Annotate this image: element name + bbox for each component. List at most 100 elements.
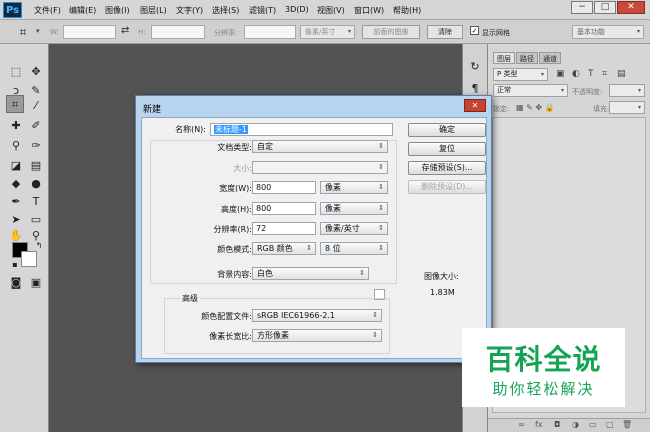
toolbox: ⬚ ✥ ↄ ✎ ⌗ ⁄ ✚ ✐ ⚲ ✑ ◪ ▤ ◆ ● ✒ T ➤ ▭ ✋ ⚲ … xyxy=(0,44,49,432)
menu-select[interactable]: 选择(S) xyxy=(212,5,239,16)
new-layer-icon[interactable]: ▢ xyxy=(606,420,614,429)
color-profile-label: 颜色配置文件: xyxy=(201,312,252,321)
clear-button[interactable]: 清除 xyxy=(427,25,463,39)
chevron-down-icon: ▾ xyxy=(347,28,351,35)
menu-edit[interactable]: 编辑(E) xyxy=(69,5,96,16)
tab-layers[interactable]: 图层 xyxy=(493,52,515,64)
type-tool-icon[interactable]: T xyxy=(27,193,45,211)
filter-smart-object-icon[interactable]: ▤ xyxy=(617,69,626,79)
clone-stamp-tool-icon[interactable]: ⚲ xyxy=(7,137,25,155)
menu-view[interactable]: 视图(V) xyxy=(317,5,345,16)
front-image-button[interactable]: 前面的图像 xyxy=(362,25,420,39)
dodge-tool-icon[interactable]: ● xyxy=(27,175,45,193)
crop-height-input[interactable] xyxy=(151,25,205,39)
width-unit-select[interactable]: 像素 ⇕ xyxy=(320,181,388,194)
resolution-unit-select[interactable]: 像素/英寸 ▾ xyxy=(300,25,355,39)
width-label: 宽度(W): xyxy=(219,184,252,193)
chevron-down-icon: ▾ xyxy=(637,104,641,111)
chevron-down-icon: ⇕ xyxy=(372,331,378,339)
crop-tool-icon[interactable]: ⌗ xyxy=(6,95,24,113)
color-mode-select[interactable]: RGB 颜色 ⇕ xyxy=(252,242,316,255)
menu-image[interactable]: 图像(I) xyxy=(105,5,130,16)
close-window-button[interactable]: ✕ xyxy=(617,1,645,14)
chevron-down-icon: ▾ xyxy=(540,71,544,78)
size-select[interactable]: ⇕ xyxy=(252,161,388,174)
filter-type-icon[interactable]: T xyxy=(588,69,594,79)
opacity-input[interactable]: ▾ xyxy=(609,84,645,97)
bit-depth-select[interactable]: 8 位 ⇕ xyxy=(320,242,388,255)
add-mask-icon[interactable]: ◘ xyxy=(554,420,560,429)
blend-mode-select[interactable]: 正常 ▾ xyxy=(493,84,568,97)
menu-layer[interactable]: 图层(L) xyxy=(140,5,167,16)
blur-tool-icon[interactable]: ◆ xyxy=(7,175,25,193)
brush-tool-icon[interactable]: ✐ xyxy=(27,117,45,135)
menu-window[interactable]: 窗口(W) xyxy=(354,5,384,16)
move-tool-icon[interactable]: ✥ xyxy=(27,63,45,81)
color-mode-label: 颜色模式: xyxy=(217,245,252,254)
crop-width-input[interactable] xyxy=(63,25,116,39)
lock-icons[interactable]: ▦ ✎ ✥ 🔒 xyxy=(516,103,555,112)
pen-tool-icon[interactable]: ✒ xyxy=(7,193,25,211)
layer-style-icon[interactable]: fx xyxy=(535,420,543,429)
preset-chevron-icon[interactable]: ▾ xyxy=(36,27,40,35)
watermark-title: 百科全说 xyxy=(485,343,602,376)
eraser-tool-icon[interactable]: ◪ xyxy=(7,157,25,175)
gradient-tool-icon[interactable]: ▤ xyxy=(27,157,45,175)
swap-icon[interactable]: ⇄ xyxy=(121,25,129,36)
options-bar: ⌗ ▾ W: ⇄ H: 分辨率: 像素/英寸 ▾ 前面的图像 清除 ✓ 显示网格 … xyxy=(0,20,650,44)
delete-preset-button[interactable]: 删除预设(D)... xyxy=(408,180,486,194)
adjustment-layer-icon[interactable]: ◑ xyxy=(572,420,579,429)
height-input[interactable]: 800 xyxy=(252,202,316,215)
filter-image-icon[interactable]: ▣ xyxy=(556,69,565,79)
filter-shape-icon[interactable]: ⌗ xyxy=(602,69,607,79)
ok-button[interactable]: 确定 xyxy=(408,123,486,137)
save-preset-button[interactable]: 存储预设(S)... xyxy=(408,161,486,175)
default-colors-icon[interactable]: ▪ xyxy=(6,256,24,274)
show-grid-checkbox[interactable]: ✓ xyxy=(470,26,479,35)
menu-help[interactable]: 帮助(H) xyxy=(393,5,421,16)
pixel-aspect-select[interactable]: 方形像素 ⇕ xyxy=(252,329,382,342)
menu-type[interactable]: 文字(Y) xyxy=(176,5,203,16)
layer-filter-select[interactable]: P 类型 ▾ xyxy=(493,68,548,81)
resolution-unit-select[interactable]: 像素/英寸 ⇕ xyxy=(320,222,388,235)
tab-channels[interactable]: 通道 xyxy=(539,52,561,64)
reset-button[interactable]: 复位 xyxy=(408,142,486,156)
minimize-button[interactable]: − xyxy=(571,1,593,14)
background-contents-select[interactable]: 白色 ⇕ xyxy=(252,267,369,280)
maximize-button[interactable]: □ xyxy=(594,1,616,14)
filter-adjustment-icon[interactable]: ◐ xyxy=(572,69,580,79)
new-group-icon[interactable]: ▭ xyxy=(589,420,597,429)
size-label: 大小: xyxy=(233,164,252,173)
eyedropper-tool-icon[interactable]: ⁄ xyxy=(27,97,45,115)
dialog-close-button[interactable]: ✕ xyxy=(464,99,486,112)
color-profile-select[interactable]: sRGB IEC61966-2.1 ⇕ xyxy=(252,309,382,322)
swap-colors-icon[interactable]: ↰ xyxy=(30,237,48,255)
marquee-tool-icon[interactable]: ⬚ xyxy=(7,63,25,81)
height-unit-select[interactable]: 像素 ⇕ xyxy=(320,202,388,215)
advanced-label: 高级 xyxy=(180,293,200,304)
quick-mask-icon[interactable]: ◙ xyxy=(7,274,25,292)
history-brush-tool-icon[interactable]: ✑ xyxy=(27,137,45,155)
preset-select[interactable]: 自定 ⇕ xyxy=(252,140,388,153)
fill-input[interactable]: ▾ xyxy=(609,101,645,114)
link-layers-icon[interactable]: ∞ xyxy=(518,420,525,429)
watermark-subtitle: 助你轻松解决 xyxy=(492,380,595,398)
chevron-down-icon: ▾ xyxy=(637,87,641,94)
history-panel-icon[interactable]: ↻ xyxy=(466,58,484,76)
width-input[interactable]: 800 xyxy=(252,181,316,194)
chevron-down-icon: ⇕ xyxy=(378,244,384,252)
chevron-down-icon: ⇕ xyxy=(378,183,384,191)
fill-label: 填充: xyxy=(593,105,610,113)
menu-file[interactable]: 文件(F) xyxy=(34,5,61,16)
delete-layer-icon[interactable]: 🗑 xyxy=(622,420,632,429)
menu-filter[interactable]: 滤镜(T) xyxy=(249,5,276,16)
resolution-input[interactable]: 72 xyxy=(252,222,316,235)
tab-paths[interactable]: 路径 xyxy=(516,52,538,64)
crop-resolution-input[interactable] xyxy=(244,25,296,39)
screen-mode-icon[interactable]: ▣ xyxy=(27,274,45,292)
healing-brush-tool-icon[interactable]: ✚ xyxy=(7,117,25,135)
workspace-select[interactable]: 基本功能 ▾ xyxy=(572,25,644,39)
name-input[interactable]: 未标题-1 xyxy=(210,123,393,136)
crop-tool-preset-icon[interactable]: ⌗ xyxy=(14,23,32,41)
menu-3d[interactable]: 3D(D) xyxy=(285,5,309,14)
